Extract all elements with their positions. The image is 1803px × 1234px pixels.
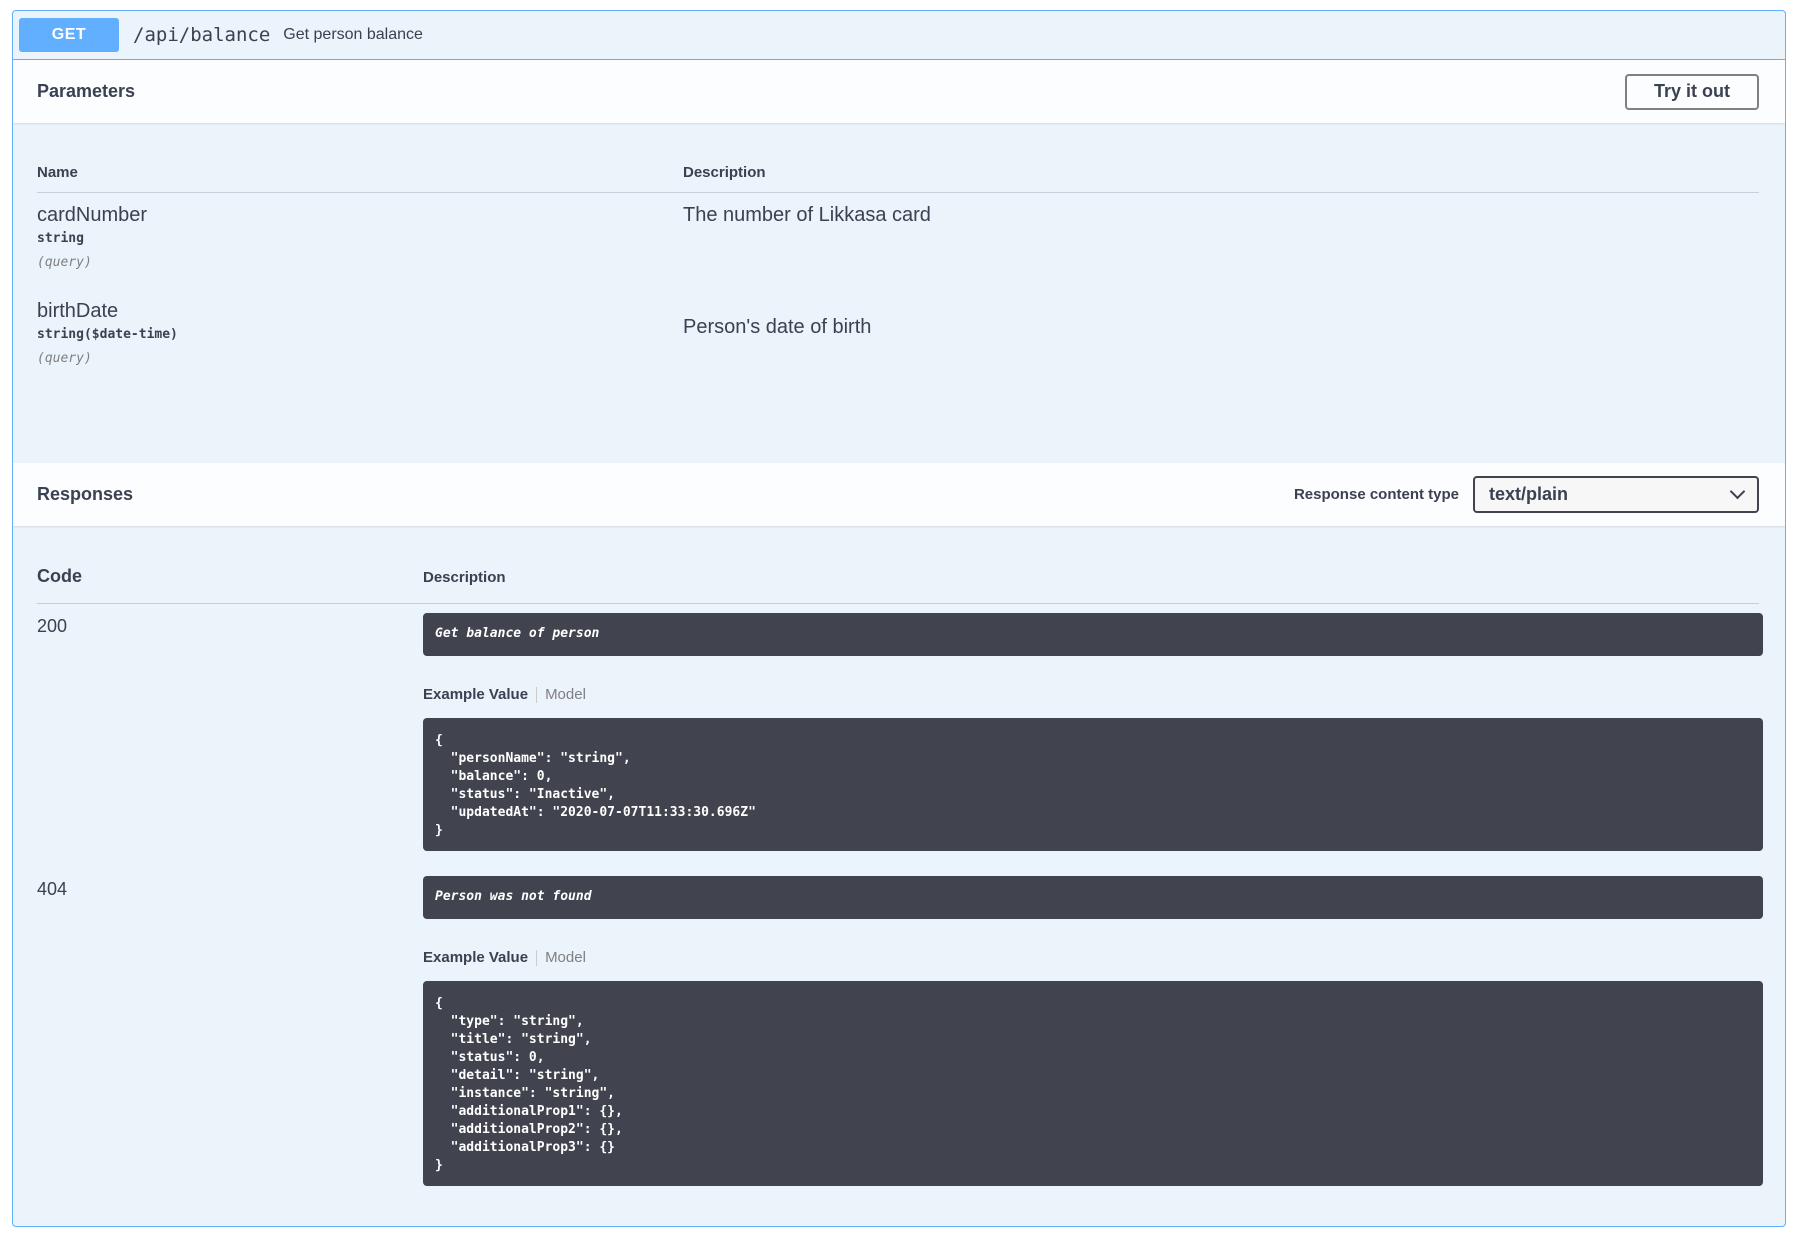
parameter-type: string [37,231,84,246]
parameters-table-header: Name Description [37,161,1759,193]
responses-header: Responses Response content type text/pla… [13,463,1785,526]
content-type-label: Response content type [1293,486,1459,503]
model-tab[interactable]: Model [545,686,586,703]
model-tab[interactable]: Model [545,949,586,966]
parameters-table: Name Description cardNumber string (quer… [13,123,1785,463]
try-it-out-button[interactable]: Try it out [1625,73,1759,110]
parameter-description: The number of Likkasa card [683,204,931,226]
chevron-down-icon [1729,483,1746,500]
example-value-tab[interactable]: Example Value [423,686,528,703]
responses-title: Responses [37,484,134,504]
content-type-select[interactable]: text/plain [1473,476,1759,513]
parameter-type: string($date-time) [37,327,178,342]
response-description: Get balance of person [423,613,1763,656]
responses-table-header: Code Description [37,562,1759,604]
operation-block-get-balance: GET /api/balance Get person balance Para… [12,10,1786,1227]
parameter-location: (query) [37,255,92,270]
example-tabs: Example Value Model [423,686,586,703]
response-description: Person was not found [423,876,1763,919]
response-code: 404 [37,879,68,899]
tab-divider [536,949,538,966]
response-code: 200 [37,616,68,636]
tab-divider [536,686,538,703]
column-header-description: Description [683,164,766,181]
parameter-description: Person's date of birth [683,316,872,338]
response-content-type: Response content type text/plain [1294,476,1759,513]
parameter-location: (query) [37,351,92,366]
parameters-header: Parameters Try it out [13,60,1785,123]
example-value-code: { "type": "string", "title": "string", "… [423,981,1763,1186]
http-method-badge: GET [19,18,119,52]
column-header-description: Description [423,569,506,586]
column-header-code: Code [37,566,82,586]
endpoint-path: /api/balance [133,24,271,46]
parameters-title: Parameters [37,81,136,101]
example-value-tab[interactable]: Example Value [423,949,528,966]
column-header-name: Name [37,164,78,181]
example-tabs: Example Value Model [423,949,586,966]
content-type-value: text/plain [1489,484,1569,504]
operation-summary-text: Get person balance [283,26,423,43]
example-value-code: { "personName": "string", "balance": 0, … [423,718,1763,851]
parameter-name: birthDate [37,300,119,322]
parameter-name: cardNumber [37,204,148,226]
operation-summary[interactable]: GET /api/balance Get person balance [13,11,1785,60]
responses-table: Code Description 200 Get balance of pers… [13,526,1785,1226]
